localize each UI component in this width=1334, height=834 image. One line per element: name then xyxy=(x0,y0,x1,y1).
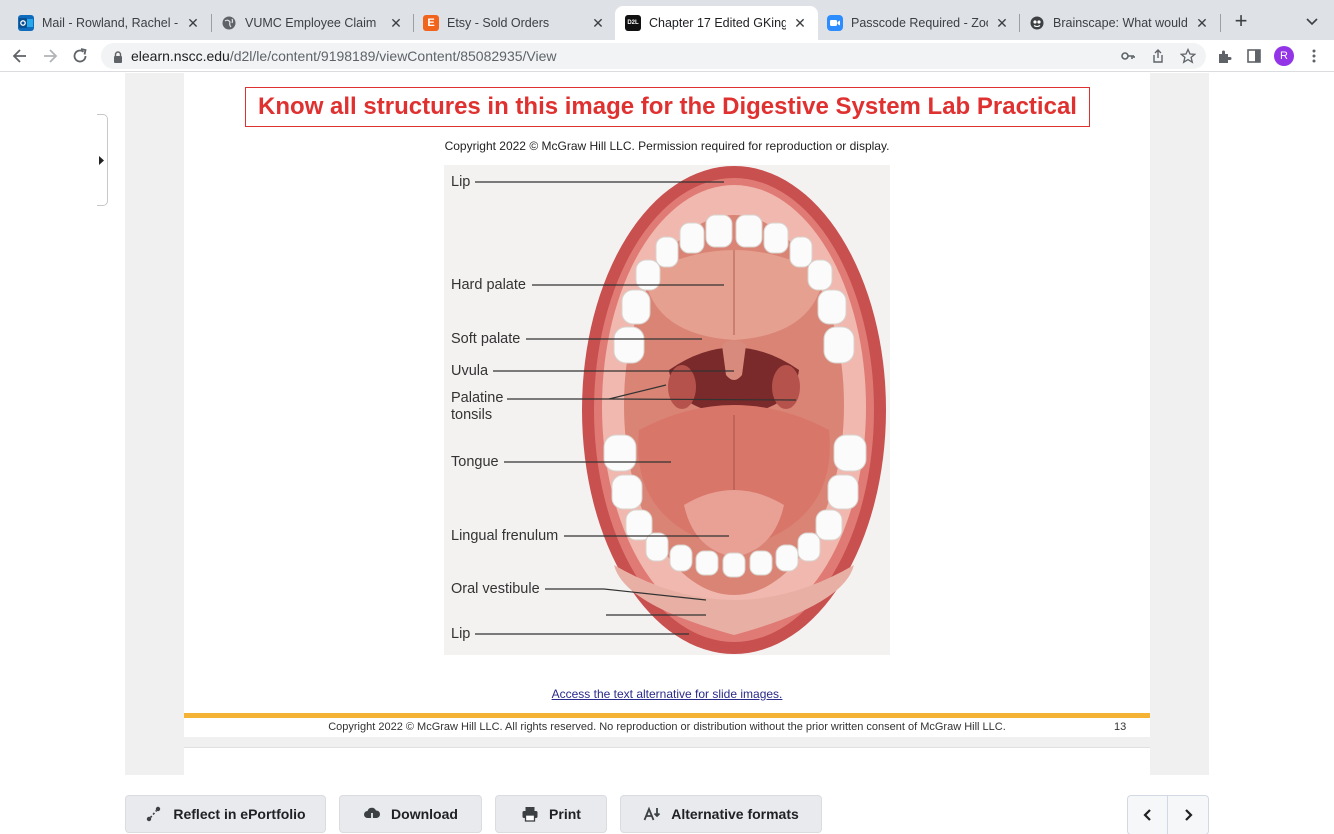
url-path: /d2l/le/content/9198189/viewContent/8508… xyxy=(229,48,557,64)
tab-vumc[interactable]: VUMC Employee Claim ✕ xyxy=(203,6,414,40)
cloud-download-icon xyxy=(364,807,381,823)
download-label: Download xyxy=(391,806,458,822)
share-icon[interactable] xyxy=(1150,48,1166,64)
browser-toolbar: elearn.nscc.edu/d2l/le/content/9198189/v… xyxy=(0,40,1334,72)
page-viewport: Know all structures in this image for th… xyxy=(0,73,1334,834)
close-icon[interactable]: ✕ xyxy=(792,15,808,31)
address-bar[interactable]: elearn.nscc.edu/d2l/le/content/9198189/v… xyxy=(101,43,1206,69)
eportfolio-icon xyxy=(147,806,161,822)
d2l-icon: D2L xyxy=(625,15,641,31)
sidebar-toggle[interactable] xyxy=(97,114,108,206)
tab-title: VUMC Employee Claim xyxy=(245,16,377,30)
tab-title: Brainscape: What would yo xyxy=(1053,16,1188,30)
previous-page-button[interactable] xyxy=(1127,795,1168,834)
slide: Know all structures in this image for th… xyxy=(184,73,1150,737)
tab-chapter-17[interactable]: D2L Chapter 17 Edited GKing - D ✕ xyxy=(615,6,818,40)
close-icon[interactable]: ✕ xyxy=(185,15,201,31)
etsy-icon: E xyxy=(423,15,439,31)
close-icon[interactable]: ✕ xyxy=(388,15,404,31)
text-alternative-link[interactable]: Access the text alternative for slide im… xyxy=(184,687,1150,701)
extensions-icon[interactable] xyxy=(1216,48,1232,64)
reload-icon[interactable] xyxy=(70,46,90,66)
tab-zoom[interactable]: Passcode Required - Zoom ✕ xyxy=(817,6,1020,40)
printer-icon xyxy=(522,807,538,822)
url-text[interactable]: elearn.nscc.edu/d2l/le/content/9198189/v… xyxy=(131,48,557,64)
tab-title: Etsy - Sold Orders xyxy=(447,16,550,30)
brainscape-icon xyxy=(1029,15,1045,31)
close-icon[interactable]: ✕ xyxy=(1194,15,1210,31)
leader-vestibule-upper xyxy=(603,588,707,601)
tab-mail[interactable]: Mail - Rowland, Rachel - Ou ✕ xyxy=(0,6,211,40)
tab-title: Passcode Required - Zoom xyxy=(851,16,988,30)
tab-strip: Mail - Rowland, Rachel - Ou ✕ VUMC Emplo… xyxy=(0,0,1334,40)
next-slide-preview xyxy=(184,747,1150,777)
next-page-button[interactable] xyxy=(1168,795,1209,834)
globe-icon xyxy=(221,15,237,31)
print-label: Print xyxy=(549,806,581,822)
chevron-right-icon xyxy=(1185,809,1193,821)
bookmark-star-icon[interactable] xyxy=(1179,47,1197,64)
profile-avatar[interactable]: R xyxy=(1274,46,1294,66)
chevron-down-icon[interactable] xyxy=(1304,13,1320,29)
side-panel-icon[interactable] xyxy=(1246,48,1262,64)
leader-palatine-right xyxy=(608,398,797,401)
slide-footer-bar xyxy=(184,713,1150,718)
caret-right-icon xyxy=(99,156,104,165)
forward-icon[interactable] xyxy=(40,46,60,66)
slide-number: 13 xyxy=(1114,721,1127,733)
alternative-formats-label: Alternative formats xyxy=(671,806,799,822)
close-icon[interactable]: ✕ xyxy=(590,15,606,31)
back-icon[interactable] xyxy=(10,46,30,66)
tab-separator xyxy=(1220,14,1221,32)
tab-etsy[interactable]: E Etsy - Sold Orders ✕ xyxy=(405,6,616,40)
leader-palatine-left xyxy=(608,384,667,400)
print-button[interactable]: Print xyxy=(495,795,607,833)
url-host: elearn.nscc.edu xyxy=(131,48,230,64)
zoom-icon xyxy=(827,15,843,31)
tab-title: Chapter 17 Edited GKing - D xyxy=(649,16,786,30)
alternative-formats-button[interactable]: Alternative formats xyxy=(620,795,822,833)
menu-dots-icon[interactable] xyxy=(1306,48,1322,64)
tab-brainscape[interactable]: Brainscape: What would yo ✕ xyxy=(1019,6,1220,40)
action-bar: Reflect in ePortfolio Download Print Alt… xyxy=(0,775,1334,834)
leader-lines xyxy=(475,181,797,635)
reflect-eportfolio-label: Reflect in ePortfolio xyxy=(173,806,306,822)
key-icon[interactable] xyxy=(1120,48,1136,64)
outlook-icon xyxy=(18,15,34,31)
lock-icon[interactable] xyxy=(113,50,123,63)
slide-footer-copyright: Copyright 2022 © McGraw Hill LLC. All ri… xyxy=(328,721,1006,733)
alternative-formats-icon xyxy=(643,806,661,821)
chevron-left-icon xyxy=(1142,809,1151,821)
reflect-eportfolio-button[interactable]: Reflect in ePortfolio xyxy=(125,795,326,833)
new-tab-button[interactable]: + xyxy=(1231,10,1251,32)
download-button[interactable]: Download xyxy=(339,795,482,833)
close-icon[interactable]: ✕ xyxy=(994,15,1010,31)
tab-title: Mail - Rowland, Rachel - Ou xyxy=(42,16,179,30)
